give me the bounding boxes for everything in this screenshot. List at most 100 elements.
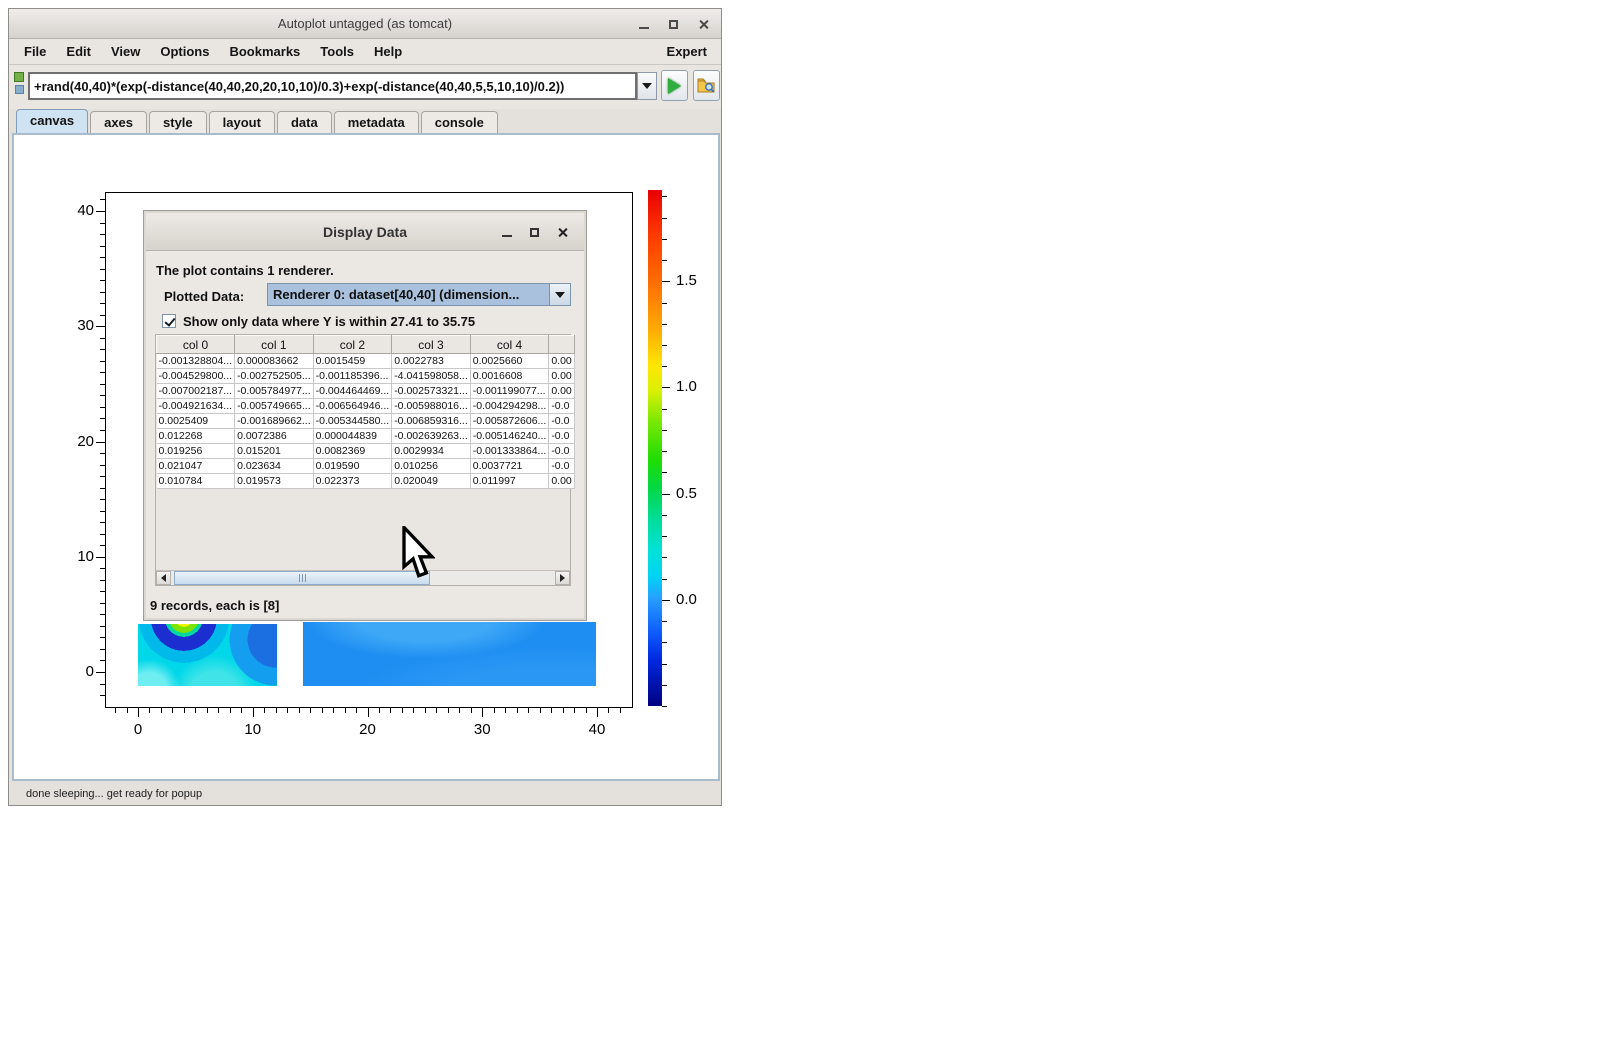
table-cell[interactable]: 0.000083662 — [235, 354, 314, 369]
colorbar-minor-tick — [662, 579, 667, 580]
table-cell[interactable]: 0.00 — [549, 369, 574, 384]
table-cell[interactable]: -0.0 — [549, 459, 574, 474]
table-cell[interactable]: -0.004294298... — [470, 399, 549, 414]
table-cell[interactable]: -0.005749665... — [235, 399, 314, 414]
table-cell[interactable]: -0.007002187... — [157, 384, 235, 399]
table-cell[interactable]: -0.002573321... — [392, 384, 471, 399]
table-cell[interactable]: -0.004529800... — [157, 369, 235, 384]
table-cell[interactable]: 0.0022783 — [392, 354, 471, 369]
table-cell[interactable]: 0.012268 — [157, 429, 235, 444]
table-cell[interactable]: -0.0 — [549, 399, 574, 414]
table-cell[interactable]: -0.0 — [549, 429, 574, 444]
table-cell[interactable]: -0.001328804... — [157, 354, 235, 369]
table-cell[interactable]: -4.041598058... — [392, 369, 471, 384]
table-cell[interactable]: 0.010784 — [157, 474, 235, 489]
column-header[interactable] — [549, 336, 574, 354]
x-axis-tick — [586, 708, 587, 713]
y-axis-tick — [100, 465, 105, 466]
table-cell[interactable]: 0.00 — [549, 474, 574, 489]
table-cell[interactable]: -0.004464469... — [313, 384, 392, 399]
colorbar-minor-tick — [662, 345, 667, 346]
data-table-scrollpane[interactable]: col 0col 1col 2col 3col 4 -0.001328804..… — [155, 334, 571, 586]
x-axis-tick — [413, 708, 414, 713]
table-cell[interactable]: -0.001689662... — [235, 414, 314, 429]
table-cell[interactable]: 0.0029934 — [392, 444, 471, 459]
table-cell[interactable]: 0.020049 — [392, 474, 471, 489]
dialog-titlebar[interactable]: Display Data — [146, 213, 584, 251]
table-cell[interactable]: 0.019256 — [157, 444, 235, 459]
column-header[interactable]: col 3 — [392, 336, 471, 354]
table-cell[interactable]: -0.002639263... — [392, 429, 471, 444]
table-cell[interactable]: 0.0025409 — [157, 414, 235, 429]
column-header[interactable]: col 4 — [470, 336, 549, 354]
colorbar-minor-tick — [662, 366, 667, 367]
table-cell[interactable]: -0.002752505... — [235, 369, 314, 384]
x-axis-tick — [218, 708, 219, 713]
table-cell[interactable]: 0.0037721 — [470, 459, 549, 474]
x-axis-tick-label: 0 — [118, 721, 158, 738]
table-cell[interactable]: -0.005784977... — [235, 384, 314, 399]
table-cell[interactable]: -0.005146240... — [470, 429, 549, 444]
table-cell[interactable]: -0.001199077... — [470, 384, 549, 399]
table-cell[interactable]: 0.0082369 — [313, 444, 392, 459]
column-header[interactable]: col 2 — [313, 336, 392, 354]
x-axis-tick — [138, 708, 139, 717]
dialog-close-icon[interactable] — [557, 227, 568, 238]
y-axis-tick — [100, 269, 105, 270]
y-axis-tick — [100, 684, 105, 685]
table-cell[interactable]: 0.00 — [549, 354, 574, 369]
scroll-left-button[interactable] — [156, 571, 171, 585]
table-cell[interactable]: 0.019590 — [313, 459, 392, 474]
table-cell[interactable]: 0.0025660 — [470, 354, 549, 369]
x-axis-tick — [310, 708, 311, 713]
table-cell[interactable]: 0.010256 — [392, 459, 471, 474]
table-row: 0.0107840.0195730.0223730.0200490.011997… — [157, 474, 575, 489]
x-axis-tick — [253, 708, 254, 717]
x-axis-tick — [517, 708, 518, 713]
table-cell[interactable]: 0.021047 — [157, 459, 235, 474]
table-cell[interactable]: 0.0016608 — [470, 369, 549, 384]
table-cell[interactable]: 0.0015459 — [313, 354, 392, 369]
colorbar-major-tick — [662, 387, 670, 388]
table-cell[interactable]: 0.0072386 — [235, 429, 314, 444]
table-cell[interactable]: -0.001185396... — [313, 369, 392, 384]
x-axis-tick — [608, 708, 609, 713]
table-cell[interactable]: -0.0 — [549, 414, 574, 429]
y-axis-tick — [100, 246, 105, 247]
table-cell[interactable]: 0.015201 — [235, 444, 314, 459]
column-header[interactable]: col 0 — [157, 336, 235, 354]
table-cell[interactable]: -0.006564946... — [313, 399, 392, 414]
y-filter-checkbox[interactable] — [162, 314, 176, 328]
plotted-data-combobox[interactable]: Renderer 0: dataset[40,40] (dimension... — [267, 283, 571, 306]
y-axis-tick — [100, 499, 105, 500]
table-cell[interactable]: 0.023634 — [235, 459, 314, 474]
table-cell[interactable]: -0.005872606... — [470, 414, 549, 429]
colorbar-minor-tick — [662, 324, 667, 325]
table-cell[interactable]: -0.005988016... — [392, 399, 471, 414]
y-filter-label: Show only data where Y is within 27.41 t… — [183, 314, 475, 329]
horizontal-scrollbar[interactable] — [156, 570, 570, 585]
table-cell[interactable]: 0.022373 — [313, 474, 392, 489]
dialog-maximize-icon[interactable] — [530, 228, 539, 237]
y-axis-tick — [100, 407, 105, 408]
table-cell[interactable]: 0.00 — [549, 384, 574, 399]
x-axis-tick — [299, 708, 300, 713]
table-cell[interactable]: -0.004921634... — [157, 399, 235, 414]
combobox-arrow-button[interactable] — [549, 284, 570, 305]
colorbar-minor-tick — [662, 536, 667, 537]
dialog-minimize-icon[interactable] — [502, 235, 512, 237]
table-cell[interactable]: -0.005344580... — [313, 414, 392, 429]
table-cell[interactable]: -0.001333864... — [470, 444, 549, 459]
y-axis-tick — [100, 591, 105, 592]
table-cell[interactable]: 0.019573 — [235, 474, 314, 489]
scrollbar-thumb[interactable] — [174, 571, 430, 585]
table-cell[interactable]: 0.000044839 — [313, 429, 392, 444]
scrollbar-track[interactable] — [171, 571, 555, 585]
table-cell[interactable]: -0.0 — [549, 444, 574, 459]
table-cell[interactable]: 0.011997 — [470, 474, 549, 489]
x-axis-tick — [471, 708, 472, 713]
table-cell[interactable]: -0.006859316... — [392, 414, 471, 429]
x-axis-tick — [390, 708, 391, 713]
scroll-right-button[interactable] — [555, 571, 570, 585]
column-header[interactable]: col 1 — [235, 336, 314, 354]
